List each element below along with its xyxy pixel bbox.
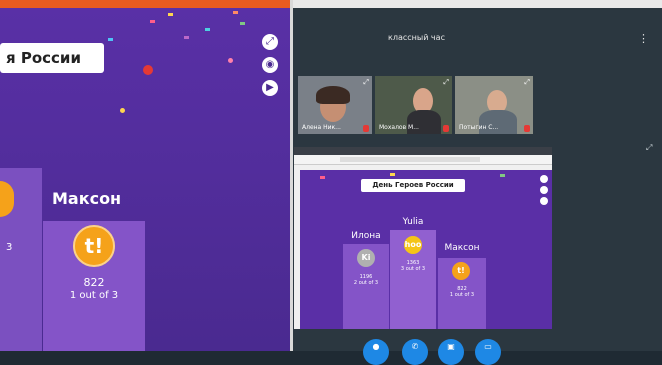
confetti [168, 13, 173, 16]
player-avatar-badge: hoo [404, 236, 422, 254]
expand-icon[interactable]: ⤢ [524, 78, 530, 87]
confetti [320, 176, 325, 179]
phone-icon: ✆ [411, 342, 419, 351]
confetti [205, 28, 210, 31]
player-avatar-badge: t! [73, 225, 115, 267]
participant-tile[interactable]: ⤢ Потыгин С... [455, 76, 533, 134]
microphone-button[interactable]: ● [363, 339, 389, 365]
meeting-title: классный час [388, 33, 445, 42]
microphone-muted-icon [524, 125, 530, 132]
microphone-icon: ● [372, 342, 380, 351]
confetti [184, 36, 189, 39]
player-rank-text: 1 out of 3 [449, 292, 475, 298]
skip-icon[interactable]: ▶ [262, 80, 278, 96]
expand-icon[interactable]: ⤢ [262, 34, 278, 50]
player-avatar-badge: t! [452, 262, 470, 280]
confetti-dot [120, 108, 125, 113]
player-rank-text: 2 out of 3 [353, 280, 379, 286]
participant-tile[interactable]: ⤢ Алена Ник... [298, 76, 372, 134]
top-accent-bar [0, 0, 662, 8]
skip-icon[interactable] [540, 197, 548, 205]
address-input [340, 157, 480, 162]
participant-hair [316, 86, 350, 104]
participant-name: Потыгин С... [459, 124, 499, 131]
player-name: Максон [444, 243, 480, 253]
partial-rank-text: 3 [6, 242, 13, 253]
participant-name: Алена Ник... [302, 124, 341, 131]
participant-name: Мохалов М... [379, 124, 419, 131]
phone-button[interactable]: ✆ [402, 339, 428, 365]
screen-share-button[interactable]: ▭ [475, 339, 501, 365]
camera-button[interactable]: ▣ [438, 339, 464, 365]
confetti [108, 38, 113, 41]
confetti-dot [228, 58, 233, 63]
confetti [240, 22, 245, 25]
confetti [390, 173, 395, 176]
player-name: Максон [52, 189, 122, 208]
confetti [500, 174, 505, 177]
player-rank-text: 3 out of 3 [400, 266, 426, 272]
expand-icon[interactable]: ⤢ [646, 143, 652, 153]
player-name: Илона [351, 231, 381, 241]
camera-icon: ▣ [447, 342, 455, 351]
screen-share-icon: ▭ [484, 342, 492, 351]
microphone-muted-icon [363, 125, 369, 132]
browser-tab-bar [294, 147, 552, 155]
more-vertical-icon[interactable]: ⋮ [638, 32, 649, 45]
stage-title-banner: я России [0, 43, 104, 73]
expand-icon[interactable] [540, 175, 548, 183]
top-white-strip [290, 0, 662, 8]
confetti [150, 20, 155, 23]
player-avatar-badge: Ki [357, 249, 375, 267]
speaker-icon[interactable]: ◉ [262, 57, 278, 73]
shared-title-banner: День Героев России [361, 179, 465, 192]
expand-icon[interactable]: ⤢ [443, 78, 449, 87]
player-rank-text: 1 out of 3 [69, 290, 119, 301]
participant-tile[interactable]: ⤢ Мохалов М... [375, 76, 452, 134]
confetti [233, 11, 238, 14]
player-name: Yulia [402, 217, 424, 227]
player-score: 822 [83, 276, 105, 289]
speaker-icon[interactable] [540, 186, 548, 194]
confetti-dot [143, 65, 153, 75]
microphone-muted-icon [443, 125, 449, 132]
expand-icon[interactable]: ⤢ [363, 78, 369, 87]
